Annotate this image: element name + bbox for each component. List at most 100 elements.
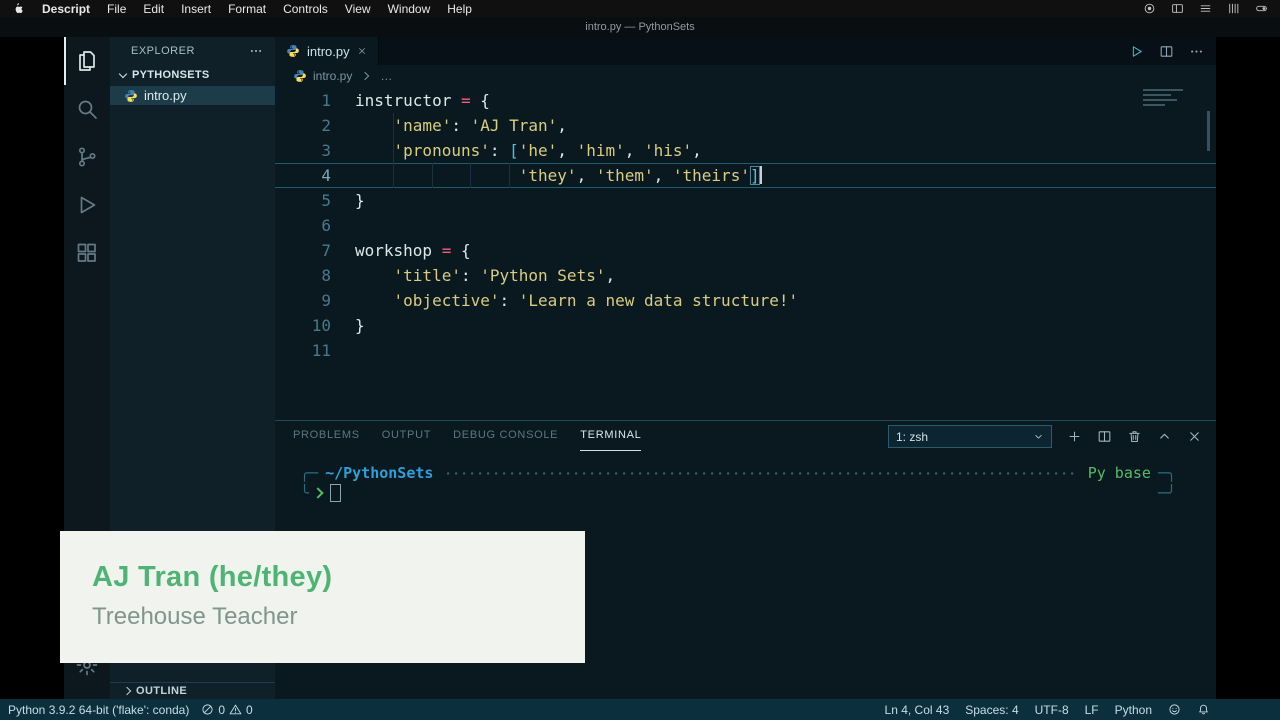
- plus-icon[interactable]: [1067, 429, 1082, 444]
- tab-intro-py[interactable]: intro.py: [275, 37, 379, 65]
- file-item-intro-py[interactable]: intro.py: [110, 86, 275, 105]
- status-indentation[interactable]: Spaces: 4: [965, 703, 1018, 717]
- code-text: [331, 338, 355, 363]
- panel-action-icons: [1067, 429, 1202, 444]
- status-eol[interactable]: LF: [1085, 703, 1099, 717]
- problems-indicator[interactable]: 0 0: [201, 703, 252, 717]
- breadcrumb-file[interactable]: intro.py: [313, 69, 352, 83]
- editor-scrollbar[interactable]: [1207, 111, 1210, 151]
- close-icon[interactable]: [1187, 429, 1202, 444]
- speaker-name: AJ Tran (he/they): [92, 561, 585, 594]
- list-icon[interactable]: [1199, 2, 1212, 15]
- menu-items: Descript File Edit Insert Format Controls View…: [12, 2, 472, 16]
- code-text: 'pronouns': ['he', 'him', 'his',: [331, 138, 702, 163]
- macos-menu-bar: Descript File Edit Insert Format Controls View…: [0, 0, 1280, 17]
- folder-pythonsets[interactable]: PYTHONSETS: [110, 64, 275, 86]
- status-cursor-position[interactable]: Ln 4, Col 43: [885, 703, 950, 717]
- file-list: intro.py: [110, 86, 275, 105]
- outline-label: OUTLINE: [136, 685, 187, 697]
- status-language[interactable]: Python: [1115, 703, 1152, 717]
- code-line: 4 'they', 'them', 'theirs']: [275, 163, 1216, 188]
- code-text: 'objective': 'Learn a new data structure…: [331, 288, 798, 313]
- columns-icon[interactable]: [1227, 2, 1240, 15]
- activity-source-control[interactable]: [64, 133, 110, 181]
- menu-status-icons: [1143, 2, 1268, 15]
- indent-guide: [393, 113, 394, 188]
- toggle-icon[interactable]: [1255, 2, 1268, 15]
- status-left: Python 3.9.2 64-bit ('flake': conda) 0 0: [8, 703, 253, 717]
- activity-explorer[interactable]: [64, 37, 110, 85]
- text-cursor: [760, 166, 762, 184]
- layout-icon[interactable]: [1171, 2, 1184, 15]
- breadcrumb-more[interactable]: …: [380, 69, 392, 83]
- activity-extensions[interactable]: [64, 229, 110, 277]
- menu-item-view[interactable]: View: [345, 2, 371, 16]
- tabs: intro.py: [275, 37, 1216, 65]
- code-text: 'they', 'them', 'theirs']: [331, 164, 762, 187]
- panel-tab-terminal[interactable]: TERMINAL: [580, 421, 641, 451]
- panel-tab-debug-console[interactable]: DEBUG CONSOLE: [453, 421, 558, 450]
- explorer-icon: [75, 49, 99, 73]
- terminal-shell-select[interactable]: 1: zsh: [888, 425, 1052, 448]
- window-title-bar: intro.py — PythonSets: [0, 17, 1280, 37]
- panel-tabs: PROBLEMS OUTPUT DEBUG CONSOLE TERMINAL: [293, 421, 641, 451]
- code-text: workshop = {: [331, 238, 471, 263]
- line-number: 4: [275, 164, 331, 187]
- menu-item-file[interactable]: File: [107, 2, 126, 16]
- line-number: 6: [275, 213, 331, 238]
- search-icon: [75, 97, 99, 121]
- chevron-down-icon: [1033, 431, 1044, 442]
- code-line: 2 'name': 'AJ Tran',: [275, 113, 1216, 138]
- split-icon[interactable]: [1097, 429, 1112, 444]
- bell-icon[interactable]: [1197, 703, 1210, 716]
- error-count: 0: [218, 703, 225, 717]
- trash-icon[interactable]: [1127, 429, 1142, 444]
- outline-section[interactable]: OUTLINE: [110, 682, 285, 699]
- menu-item-controls[interactable]: Controls: [283, 2, 328, 16]
- activity-run-debug[interactable]: [64, 181, 110, 229]
- split-editor-icon[interactable]: [1159, 44, 1174, 59]
- line-number: 5: [275, 188, 331, 213]
- python-file-icon: [293, 69, 307, 83]
- code-text: 'title': 'Python Sets',: [331, 263, 615, 288]
- panel-tab-output[interactable]: OUTPUT: [382, 421, 431, 450]
- minimap[interactable]: [1143, 89, 1188, 109]
- window-title: intro.py — PythonSets: [585, 21, 694, 33]
- menu-item-insert[interactable]: Insert: [181, 2, 211, 16]
- code-line: 5}: [275, 188, 1216, 213]
- run-file-icon[interactable]: [1129, 44, 1144, 59]
- menu-item-window[interactable]: Window: [388, 2, 431, 16]
- feedback-icon[interactable]: [1168, 703, 1181, 716]
- chevron-right-icon: [361, 72, 369, 80]
- chevron-up-icon[interactable]: [1157, 429, 1172, 444]
- editor-tab-bar: intro.py: [275, 37, 1216, 65]
- explorer-actions-icon[interactable]: [249, 44, 263, 58]
- code-text: [331, 213, 355, 238]
- apple-icon[interactable]: [12, 2, 25, 15]
- python-icon: [124, 89, 138, 103]
- line-number: 7: [275, 238, 331, 263]
- menu-item-edit[interactable]: Edit: [143, 2, 164, 16]
- activity-search[interactable]: [64, 85, 110, 133]
- terminal[interactable]: ╭─ ~/PythonSets Py base ─╮ ╰ ─╯: [300, 463, 1176, 503]
- extensions-icon: [75, 241, 99, 265]
- python-icon: [286, 44, 300, 58]
- more-actions-icon[interactable]: [1189, 44, 1204, 59]
- terminal-path: ~/PythonSets: [318, 463, 440, 483]
- code-line: 11: [275, 338, 1216, 363]
- terminal-prompt-line-1: ╭─ ~/PythonSets Py base ─╮: [300, 463, 1176, 483]
- line-number: 3: [275, 138, 331, 163]
- indent-guide: [470, 163, 471, 188]
- menu-item-format[interactable]: Format: [228, 2, 266, 16]
- panel-tab-problems[interactable]: PROBLEMS: [293, 421, 360, 450]
- menu-item-help[interactable]: Help: [447, 2, 472, 16]
- line-number: 9: [275, 288, 331, 313]
- menu-app-name[interactable]: Descript: [42, 2, 90, 16]
- code-editor[interactable]: 1instructor = {2 'name': 'AJ Tran',3 'pr…: [275, 87, 1216, 420]
- record-icon[interactable]: [1143, 2, 1156, 15]
- line-number: 10: [275, 313, 331, 338]
- tab-close[interactable]: [357, 44, 367, 59]
- python-interpreter[interactable]: Python 3.9.2 64-bit ('flake': conda): [8, 703, 189, 717]
- code-line: 10}: [275, 313, 1216, 338]
- status-encoding[interactable]: UTF-8: [1035, 703, 1069, 717]
